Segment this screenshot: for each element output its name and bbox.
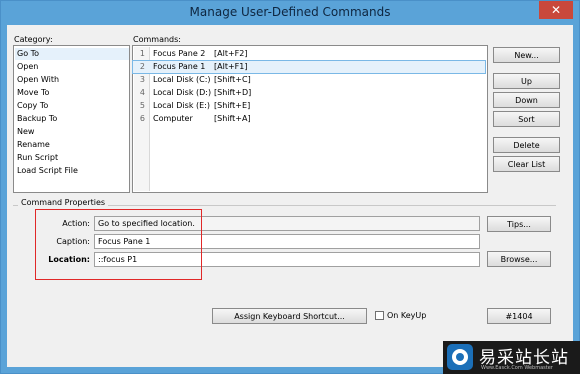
category-list[interactable]: Go To Open Open With Move To Copy To Bac… (13, 45, 130, 193)
category-item[interactable]: Go To (15, 48, 129, 60)
command-key: [Alt+F1] (214, 62, 248, 71)
row-number: 5 (139, 101, 145, 110)
on-keyup-checkbox[interactable] (375, 311, 384, 320)
command-row[interactable]: 1 Focus Pane 2 [Alt+F2] (133, 48, 485, 60)
category-item[interactable]: Load Script File (17, 165, 127, 177)
command-key: [Shift+D] (214, 88, 252, 97)
command-row[interactable]: 4 Local Disk (D:) [Shift+D] (133, 87, 485, 99)
watermark: 易采站长站 Www.Easck.Com Webmaster (443, 341, 580, 374)
down-button[interactable]: Down (493, 92, 560, 108)
command-key: [Alt+F2] (214, 49, 248, 58)
category-item[interactable]: Backup To (17, 113, 127, 125)
close-button[interactable]: ✕ (539, 1, 573, 19)
category-item[interactable]: Open (17, 61, 127, 73)
category-item[interactable]: New (17, 126, 127, 138)
command-row[interactable]: 3 Local Disk (C:) [Shift+C] (133, 74, 485, 86)
row-number: 1 (139, 49, 145, 58)
sort-button[interactable]: Sort (493, 111, 560, 127)
command-name: Focus Pane 1 (153, 62, 206, 71)
delete-button[interactable]: Delete (493, 137, 560, 153)
row-number: 4 (139, 88, 145, 97)
command-properties-label: Command Properties (18, 198, 109, 207)
row-number: 6 (139, 114, 145, 123)
commands-list[interactable]: 1 Focus Pane 2 [Alt+F2] 2 Focus Pane 1 [… (132, 45, 488, 193)
command-row[interactable]: 6 Computer [Shift+A] (133, 113, 485, 125)
commands-label: Commands: (133, 35, 181, 44)
command-name: Local Disk (D:) (153, 88, 212, 97)
command-name: Local Disk (E:) (153, 101, 210, 110)
command-key: [Shift+E] (214, 101, 251, 110)
up-button[interactable]: Up (493, 73, 560, 89)
title-bar[interactable]: Manage User-Defined Commands ✕ (1, 1, 579, 25)
assign-shortcut-button[interactable]: Assign Keyboard Shortcut... (212, 308, 367, 324)
command-row[interactable]: 2 Focus Pane 1 [Alt+F1] (132, 60, 486, 74)
watermark-subtext: Www.Easck.Com Webmaster (481, 365, 553, 371)
category-item[interactable]: Copy To (17, 100, 127, 112)
row-number: 3 (139, 75, 145, 84)
new-button[interactable]: New... (493, 47, 560, 63)
command-row[interactable]: 5 Local Disk (E:) [Shift+E] (133, 100, 485, 112)
window-title: Manage User-Defined Commands (189, 5, 391, 19)
command-name: Focus Pane 2 (153, 49, 206, 58)
tips-button[interactable]: Tips... (487, 216, 551, 232)
command-id-button[interactable]: #1404 (487, 308, 551, 324)
category-item[interactable]: Rename (17, 139, 127, 151)
watermark-logo-icon (447, 344, 473, 370)
on-keyup-label: On KeyUp (387, 311, 427, 320)
category-item[interactable]: Open With (17, 74, 127, 86)
clear-list-button[interactable]: Clear List (493, 156, 560, 172)
category-item[interactable]: Run Script (17, 152, 127, 164)
highlight-annotation-box (35, 209, 202, 280)
command-key: [Shift+C] (214, 75, 251, 84)
command-name: Computer (153, 114, 193, 123)
row-number: 2 (139, 62, 145, 71)
command-key: [Shift+A] (214, 114, 251, 123)
command-name: Local Disk (C:) (153, 75, 211, 84)
browse-button[interactable]: Browse... (487, 251, 551, 267)
close-icon: ✕ (550, 3, 562, 17)
category-label: Category: (14, 35, 53, 44)
category-item[interactable]: Move To (17, 87, 127, 99)
